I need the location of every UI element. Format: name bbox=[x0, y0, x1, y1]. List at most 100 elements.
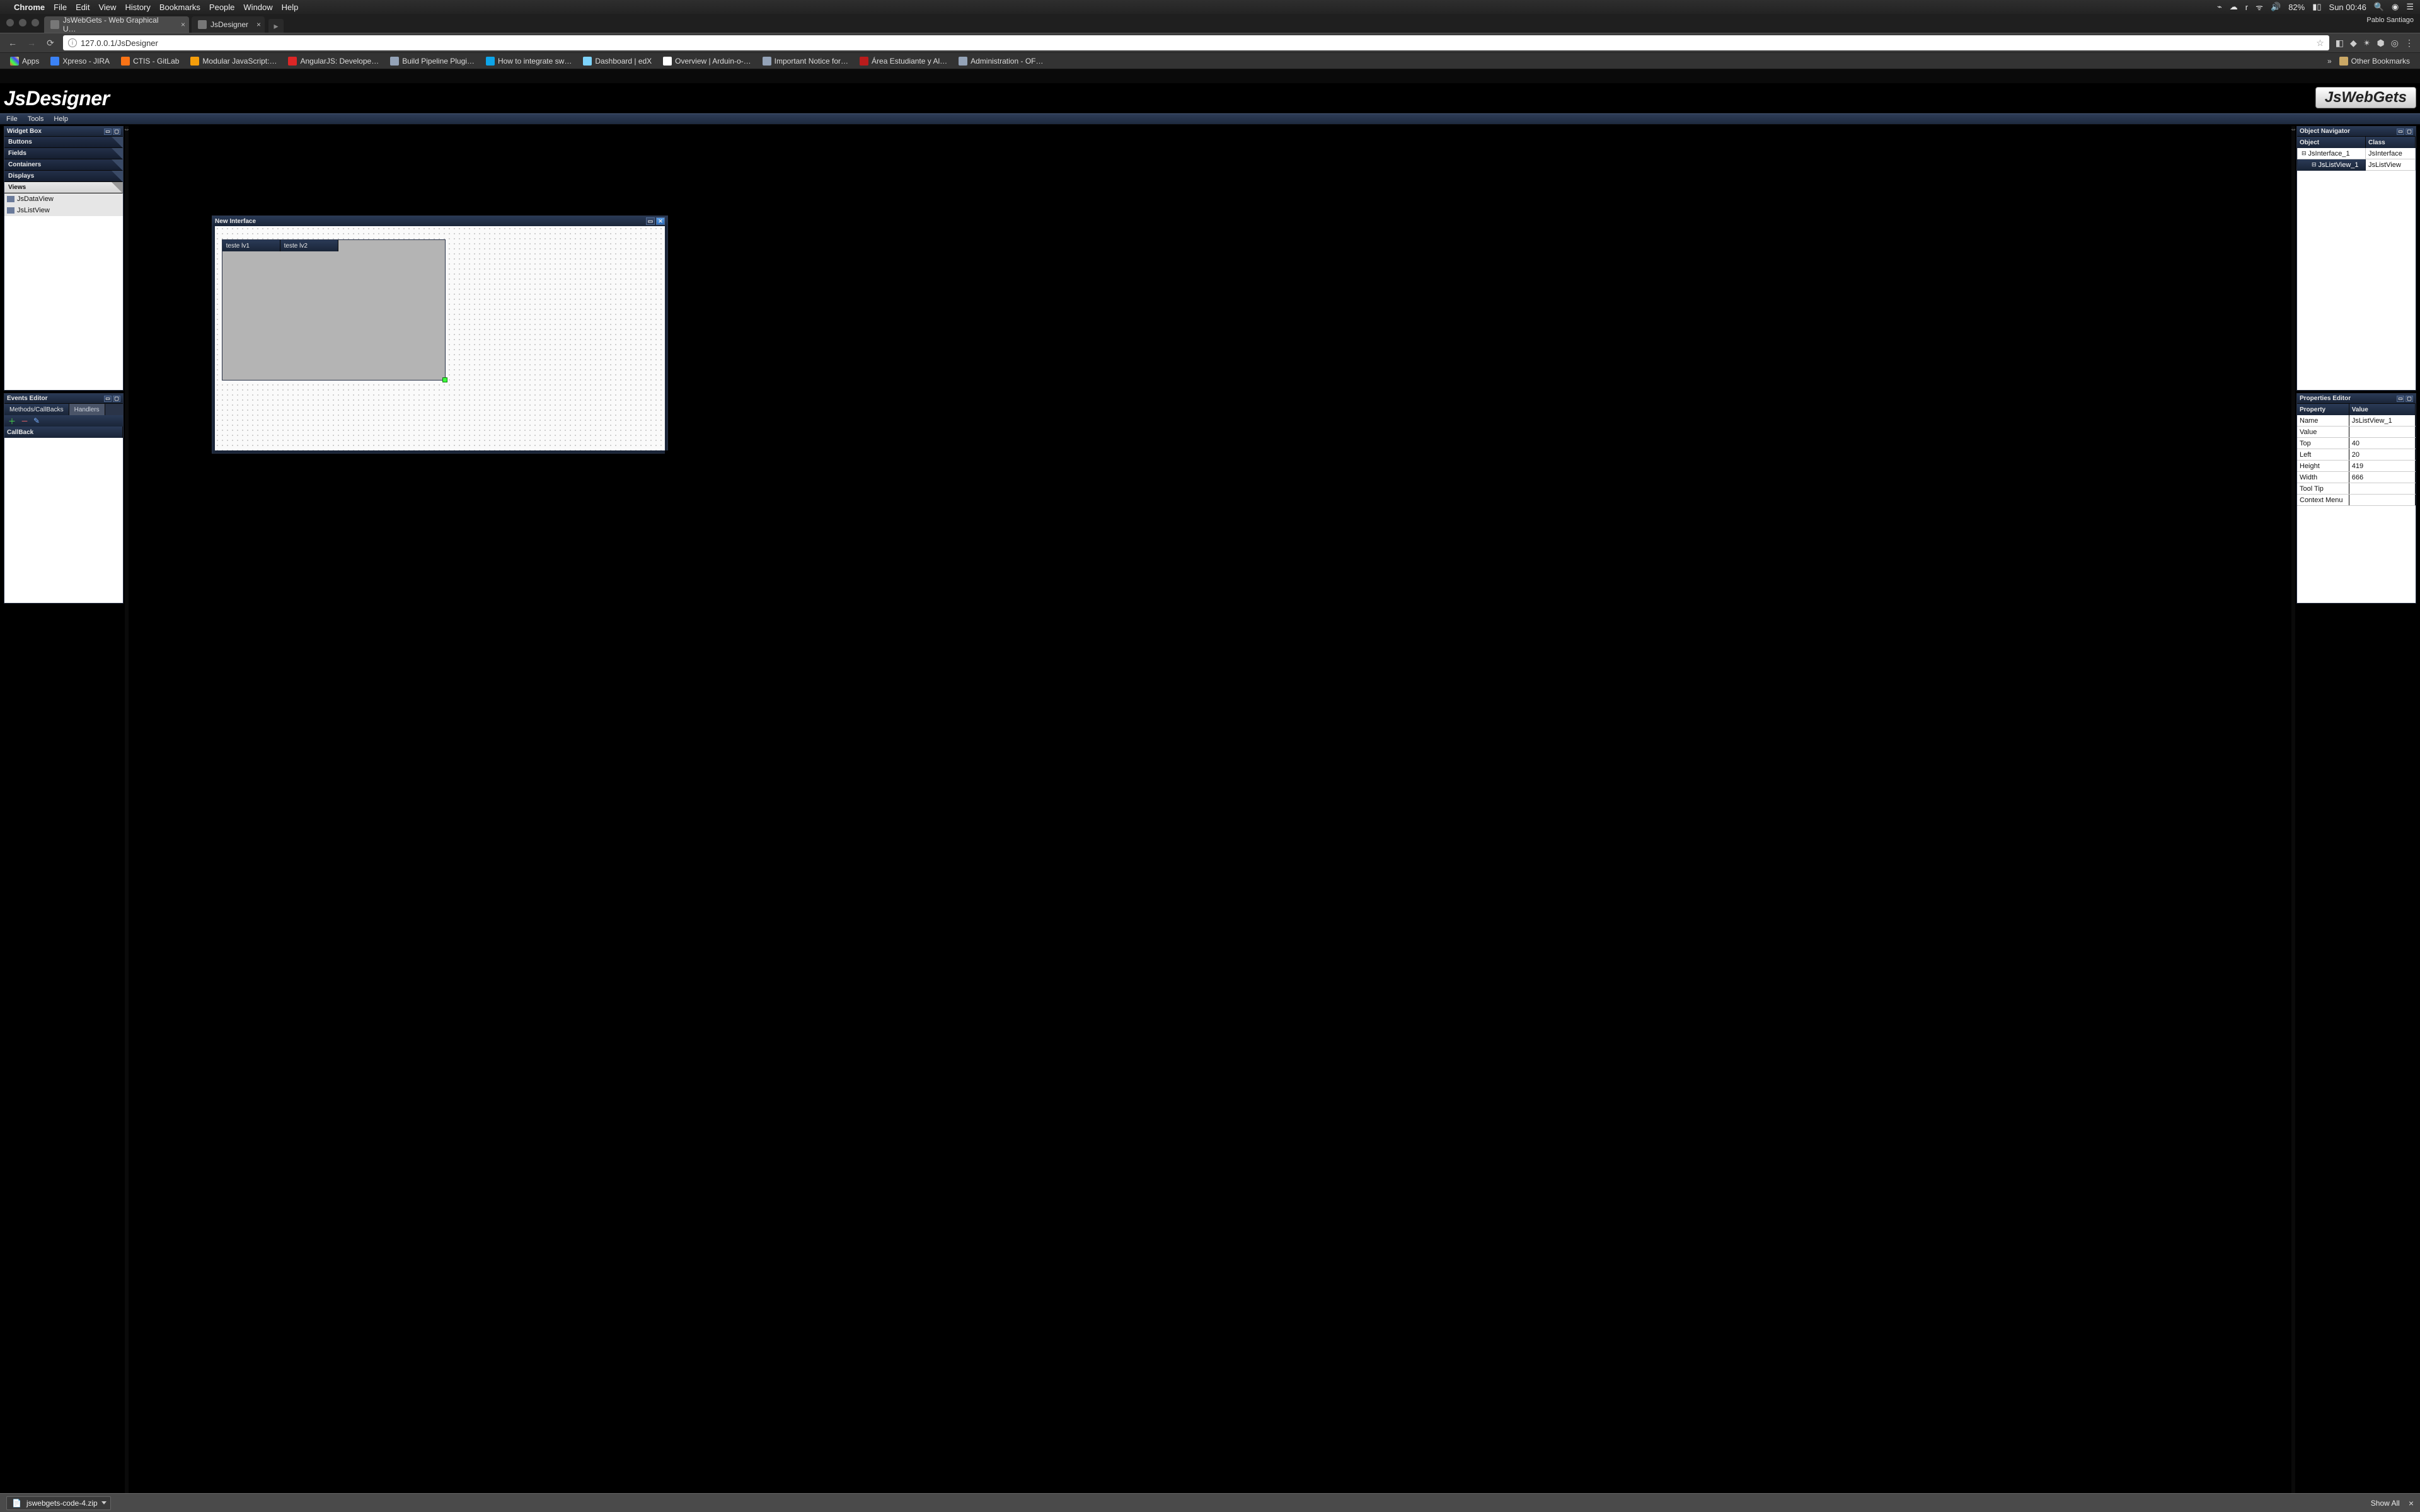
window-close-dot[interactable] bbox=[6, 19, 14, 26]
panel-max-icon[interactable]: ▢ bbox=[2406, 129, 2413, 135]
events-tab-methods[interactable]: Methods/CallBacks bbox=[4, 404, 69, 415]
tree-toggle-icon[interactable]: ⊟ bbox=[2312, 161, 2317, 168]
widget-category-buttons[interactable]: Buttons bbox=[4, 137, 123, 148]
reload-button[interactable]: ⟳ bbox=[44, 38, 57, 49]
notification-center-icon[interactable]: ☰ bbox=[2406, 2, 2414, 12]
splitter-left[interactable]: ⇔ bbox=[125, 126, 129, 1493]
splitter-right[interactable]: ⇔ bbox=[2291, 126, 2295, 1493]
panel-max-icon[interactable]: ▢ bbox=[113, 396, 120, 402]
panel-min-icon[interactable]: ▭ bbox=[104, 396, 112, 402]
download-item[interactable]: 📄 jswebgets-code-4.zip bbox=[6, 1496, 111, 1510]
chrome-menu-icon[interactable]: ⋮ bbox=[2405, 38, 2414, 49]
extension-icon[interactable]: ◧ bbox=[2336, 38, 2344, 49]
window-min-dot[interactable] bbox=[19, 19, 26, 26]
jslistview-widget[interactable]: teste lv1 teste lv2 bbox=[222, 239, 446, 380]
add-icon[interactable]: ＋ bbox=[8, 416, 16, 427]
macos-menu-history[interactable]: History bbox=[125, 3, 150, 12]
property-row[interactable]: Tool Tip bbox=[2297, 483, 2416, 495]
wifi-icon[interactable]: ᯤ bbox=[2256, 1, 2263, 13]
property-row[interactable]: Context Menu bbox=[2297, 495, 2416, 506]
property-value[interactable]: 419 bbox=[2349, 461, 2416, 471]
property-value[interactable]: 20 bbox=[2349, 449, 2416, 460]
chrome-tab-1[interactable]: JsWebGets - Web Graphical U… × bbox=[44, 16, 189, 33]
volume-icon[interactable]: 🔊 bbox=[2271, 2, 2281, 12]
tray-icon-2[interactable]: ☁ bbox=[2230, 2, 2238, 12]
spotlight-icon[interactable]: 🔍 bbox=[2374, 2, 2384, 12]
design-window[interactable]: New Interface ▭ ✕ teste lv1 teste lv2 bbox=[212, 215, 668, 454]
bookmark-item[interactable]: AngularJS: Develope… bbox=[284, 55, 383, 67]
remove-icon[interactable]: － bbox=[21, 416, 28, 427]
bookmark-star-icon[interactable]: ☆ bbox=[2316, 38, 2324, 49]
extension-icon[interactable]: ⬢ bbox=[2377, 38, 2385, 49]
widget-category-fields[interactable]: Fields bbox=[4, 148, 123, 159]
property-value[interactable]: 666 bbox=[2349, 472, 2416, 483]
macos-app-name[interactable]: Chrome bbox=[14, 3, 45, 12]
site-info-icon[interactable]: i bbox=[68, 38, 77, 47]
property-value[interactable]: JsListView_1 bbox=[2349, 415, 2416, 426]
property-row[interactable]: NameJsListView_1 bbox=[2297, 415, 2416, 427]
battery-icon[interactable]: ▮▯ bbox=[2312, 2, 2321, 12]
macos-menu-edit[interactable]: Edit bbox=[76, 3, 89, 12]
property-row[interactable]: Value bbox=[2297, 427, 2416, 438]
chrome-tab-2[interactable]: JsDesigner × bbox=[192, 16, 265, 33]
tab-close-icon[interactable]: × bbox=[181, 20, 185, 29]
macos-menu-people[interactable]: People bbox=[209, 3, 234, 12]
widget-category-displays[interactable]: Displays bbox=[4, 171, 123, 182]
window-minimize-icon[interactable]: ▭ bbox=[646, 217, 655, 225]
other-bookmarks-button[interactable]: Other Bookmarks bbox=[2336, 55, 2414, 67]
bookmark-item[interactable]: How to integrate sw… bbox=[482, 55, 575, 67]
address-bar[interactable]: i 127.0.0.1/JsDesigner ☆ bbox=[63, 35, 2329, 50]
property-row[interactable]: Width666 bbox=[2297, 472, 2416, 483]
widget-item-jsdataview[interactable]: JsDataView bbox=[4, 193, 123, 205]
chevron-down-icon[interactable] bbox=[101, 1501, 107, 1504]
panel-min-icon[interactable]: ▭ bbox=[2397, 129, 2404, 135]
panel-min-icon[interactable]: ▭ bbox=[104, 129, 112, 135]
bookmarks-overflow-icon[interactable]: » bbox=[2327, 57, 2332, 66]
bookmark-item[interactable]: Xpreso - JIRA bbox=[47, 55, 113, 67]
property-value[interactable] bbox=[2349, 483, 2416, 494]
listview-column-2[interactable]: teste lv2 bbox=[280, 240, 338, 251]
extension-icon[interactable]: ◎ bbox=[2391, 38, 2399, 49]
property-value[interactable]: 40 bbox=[2349, 438, 2416, 449]
app-menu-file[interactable]: File bbox=[6, 115, 18, 123]
menubar-clock[interactable]: Sun 00:46 bbox=[2329, 3, 2366, 12]
panel-max-icon[interactable]: ▢ bbox=[2406, 396, 2413, 402]
extension-icon[interactable]: ◆ bbox=[2350, 38, 2357, 49]
property-value[interactable] bbox=[2349, 427, 2416, 437]
extension-icon[interactable]: ✴ bbox=[2363, 38, 2371, 49]
macos-menu-help[interactable]: Help bbox=[282, 3, 299, 12]
window-resize-handle-icon[interactable] bbox=[665, 450, 670, 455]
macos-menu-window[interactable]: Window bbox=[243, 3, 272, 12]
macos-menu-bookmarks[interactable]: Bookmarks bbox=[159, 3, 200, 12]
app-menu-help[interactable]: Help bbox=[54, 115, 68, 123]
chrome-new-tab-button[interactable]: ▸ bbox=[268, 19, 284, 33]
bookmarks-apps-button[interactable]: Apps bbox=[6, 55, 43, 67]
design-canvas[interactable]: teste lv1 teste lv2 bbox=[212, 226, 667, 453]
widget-item-jslistview[interactable]: JsListView bbox=[4, 205, 123, 216]
panel-min-icon[interactable]: ▭ bbox=[2397, 396, 2404, 402]
tree-toggle-icon[interactable]: ⊟ bbox=[2302, 150, 2307, 157]
panel-max-icon[interactable]: ▢ bbox=[113, 129, 120, 135]
back-button[interactable]: ← bbox=[6, 38, 19, 48]
design-window-titlebar[interactable]: New Interface ▭ ✕ bbox=[212, 216, 667, 226]
app-menu-tools[interactable]: Tools bbox=[28, 115, 44, 123]
bookmark-item[interactable]: Build Pipeline Plugi… bbox=[386, 55, 478, 67]
property-row[interactable]: Top40 bbox=[2297, 438, 2416, 449]
bookmark-item[interactable]: Dashboard | edX bbox=[579, 55, 655, 67]
bookmark-item[interactable]: Overview | Arduin-o-… bbox=[659, 55, 755, 67]
tray-icon-1[interactable]: ⌁ bbox=[2217, 2, 2222, 12]
chrome-profile-name[interactable]: Pablo Santiago bbox=[2366, 16, 2414, 24]
bookmark-item[interactable]: Área Estudiante y Al… bbox=[856, 55, 951, 67]
window-traffic-lights[interactable] bbox=[6, 19, 39, 26]
obj-nav-row[interactable]: ⊟JsListView_1JsListView bbox=[2297, 159, 2416, 171]
tab-close-icon[interactable]: × bbox=[256, 20, 261, 29]
widget-category-containers[interactable]: Containers bbox=[4, 159, 123, 171]
obj-nav-row[interactable]: ⊟JsInterface_1JsInterface bbox=[2297, 148, 2416, 159]
downloads-close-icon[interactable]: × bbox=[2409, 1498, 2414, 1508]
siri-icon[interactable]: ◉ bbox=[2392, 2, 2399, 12]
listview-column-1[interactable]: teste lv1 bbox=[222, 240, 280, 251]
property-row[interactable]: Height419 bbox=[2297, 461, 2416, 472]
bookmark-item[interactable]: CTIS - GitLab bbox=[117, 55, 183, 67]
edit-icon[interactable]: ✎ bbox=[33, 416, 40, 425]
bookmark-item[interactable]: Modular JavaScript:… bbox=[187, 55, 280, 67]
